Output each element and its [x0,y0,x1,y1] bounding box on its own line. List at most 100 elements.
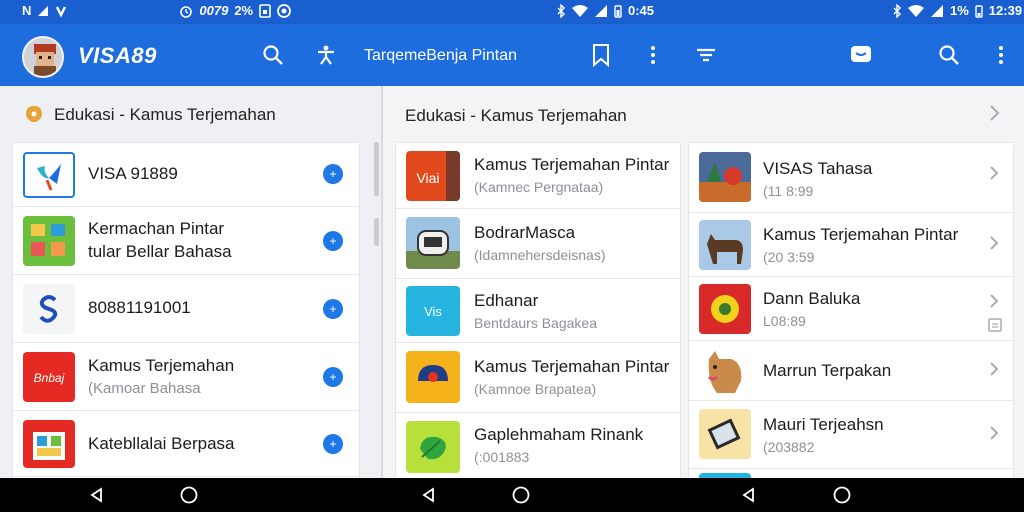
item-title: VISA 91889 [88,164,178,183]
chevron-right-icon[interactable] [988,104,1000,127]
home-icon[interactable] [512,486,530,504]
n-signal-icon [38,5,49,16]
chevron-right-icon[interactable] [989,165,999,186]
item-subtitle: (203882 [763,439,815,455]
search-icon[interactable] [936,42,962,68]
item-title: Gaplehmaham Rinank [474,425,644,444]
visa-logo-icon [23,152,75,198]
red-gift-app-icon [23,420,75,468]
chevron-right-icon[interactable] [989,361,999,382]
list-item[interactable]: Katebllalai Berpasa + [13,411,359,477]
item-title: Kermachan Pintar [88,219,225,238]
icon-text: Vis [424,304,442,319]
red-book-app-icon: Bnbaj [23,352,75,402]
list-item[interactable]: Gaplehmaham Rinank (:001883 [396,413,680,478]
list-item[interactable]: Marrun Terpakan [689,341,1013,401]
more-vert-icon[interactable] [640,42,666,68]
item-title: Katebllalai Berpasa [88,434,235,453]
battery-icon [614,4,622,18]
list-item[interactable]: Mauri Terjeahsn (203882 [689,401,1013,469]
app-bar-title[interactable]: TarqemeBenja Pintan [364,47,517,65]
signal-icon [931,4,943,17]
green-grid-app-icon [23,216,75,266]
right-panel: Edukasi - Kamus Terjemahan Viai Kamus Te… [383,86,1024,478]
bookmark-icon[interactable] [588,42,614,68]
add-button[interactable]: + [323,367,343,387]
item-title: Kamus Terjemahan [88,356,235,375]
status-center: 0:45 [556,3,654,18]
item-subtitle: (11 8:99 [763,183,814,199]
add-button[interactable]: + [323,434,343,454]
status-time-right: 12:39 [988,3,1023,18]
record-icon [277,3,292,18]
item-title: VISAS Tahasa [763,159,873,178]
chevron-right-icon[interactable] [989,425,999,446]
list-card: VISA 91889 + Kermachan Pintar tular Bell… [12,142,360,478]
s-logo-icon [23,284,75,334]
item-subtitle: (Idamnehersdeisnas) [474,247,606,263]
item-title: Kamus Terjemahan Pintar [474,155,670,174]
list-item[interactable]: 80881191001 + [13,275,359,343]
svg-text:Bnbaj: Bnbaj [34,371,65,385]
section-header: Edukasi - Kamus Terjemahan [22,104,276,126]
status-percent-left: 2% [234,3,254,18]
viai-app-icon: Viai [406,151,460,201]
more-vert-icon[interactable] [988,42,1014,68]
list-item[interactable]: Bnbaj Kamus Terjemahan (Kamoar Bahasa + [13,343,359,411]
cat-app-icon [699,347,751,395]
list-item[interactable]: Kamus Terjemahan Pintar (Kamnoe Brapatea… [396,343,680,413]
status-time-left: 0079 [199,3,229,18]
status-time-center: 0:45 [628,3,655,18]
list-item[interactable]: Kamus Terjemahan Pintar (20 3:59 [689,213,1013,277]
avatar[interactable] [22,36,64,78]
chevron-right-icon[interactable] [989,235,999,256]
section-title: Edukasi - Kamus Terjemahan [54,105,276,124]
home-icon[interactable] [833,486,851,504]
add-button[interactable]: + [323,231,343,251]
list-item[interactable]: Kermachan Pintar tular Bellar Bahasa + [13,207,359,275]
bluetooth-icon [893,3,901,18]
battery-icon [975,4,983,18]
add-button[interactable]: + [323,299,343,319]
item-subtitle: (Kamoar Bahasa [88,380,201,397]
list-item[interactable]: VISA 91889 + [13,143,359,207]
back-icon[interactable] [740,486,758,504]
camera-app-icon [406,351,460,403]
left-panel: Edukasi - Kamus Terjemahan VISA 91889 + … [0,86,382,478]
list-card-right: VISAS Tahasa (11 8:99 Kamus Terjemahan P… [688,142,1014,478]
list-item[interactable]: VISAS Tahasa (11 8:99 [689,143,1013,213]
item-title: Mauri Terjeahsn [763,415,884,434]
home-icon[interactable] [180,486,198,504]
scrollbar-thumb[interactable] [374,218,379,246]
item-title: Edhanar [474,291,539,310]
item-subtitle: (20 3:59 [763,249,815,265]
icon-text: Viai [416,170,439,186]
accessibility-icon[interactable] [313,42,339,68]
sim-icon [259,3,271,18]
add-button[interactable]: + [323,164,343,184]
back-icon[interactable] [420,486,438,504]
item-title: Marrun Terpakan [763,361,892,380]
status-bar: N 0079 2% 0:45 1% 12:39 [0,0,1024,24]
scrollbar-thumb[interactable] [374,142,379,196]
avatar-image [24,38,62,76]
item-subtitle: (Kamnec Pergnataa) [474,179,604,195]
status-battery-percent: 1% [950,3,969,18]
list-item[interactable]: Dann Baluka L08:89 [689,277,1013,341]
chevron-right-icon[interactable] [989,293,999,314]
list-item[interactable]: BodrarMasca (Idamnehersdeisnas) [396,209,680,279]
sort-icon[interactable] [693,42,719,68]
search-icon[interactable] [260,42,286,68]
list-item[interactable]: Vis Edhanar Bentdaurs Bagakea [396,279,680,343]
screen: N 0079 2% 0:45 1% 12:39 VISA89 TarqemeBe… [0,0,1024,512]
back-icon[interactable] [88,486,106,504]
list-item[interactable]: Viai Kamus Terjemahan Pintar (Kamnec Per… [396,143,680,209]
wifi-icon [572,4,588,17]
copy-icon[interactable] [987,317,1003,338]
chat-icon[interactable] [848,42,874,68]
list-card-left: Viai Kamus Terjemahan Pintar (Kamnec Per… [395,142,681,478]
item-subtitle: tular Bellar Bahasa [88,242,232,261]
status-left: N 0079 2% [22,3,292,18]
lightbulb-icon [26,106,42,122]
section-header: Edukasi - Kamus Terjemahan [405,106,627,126]
